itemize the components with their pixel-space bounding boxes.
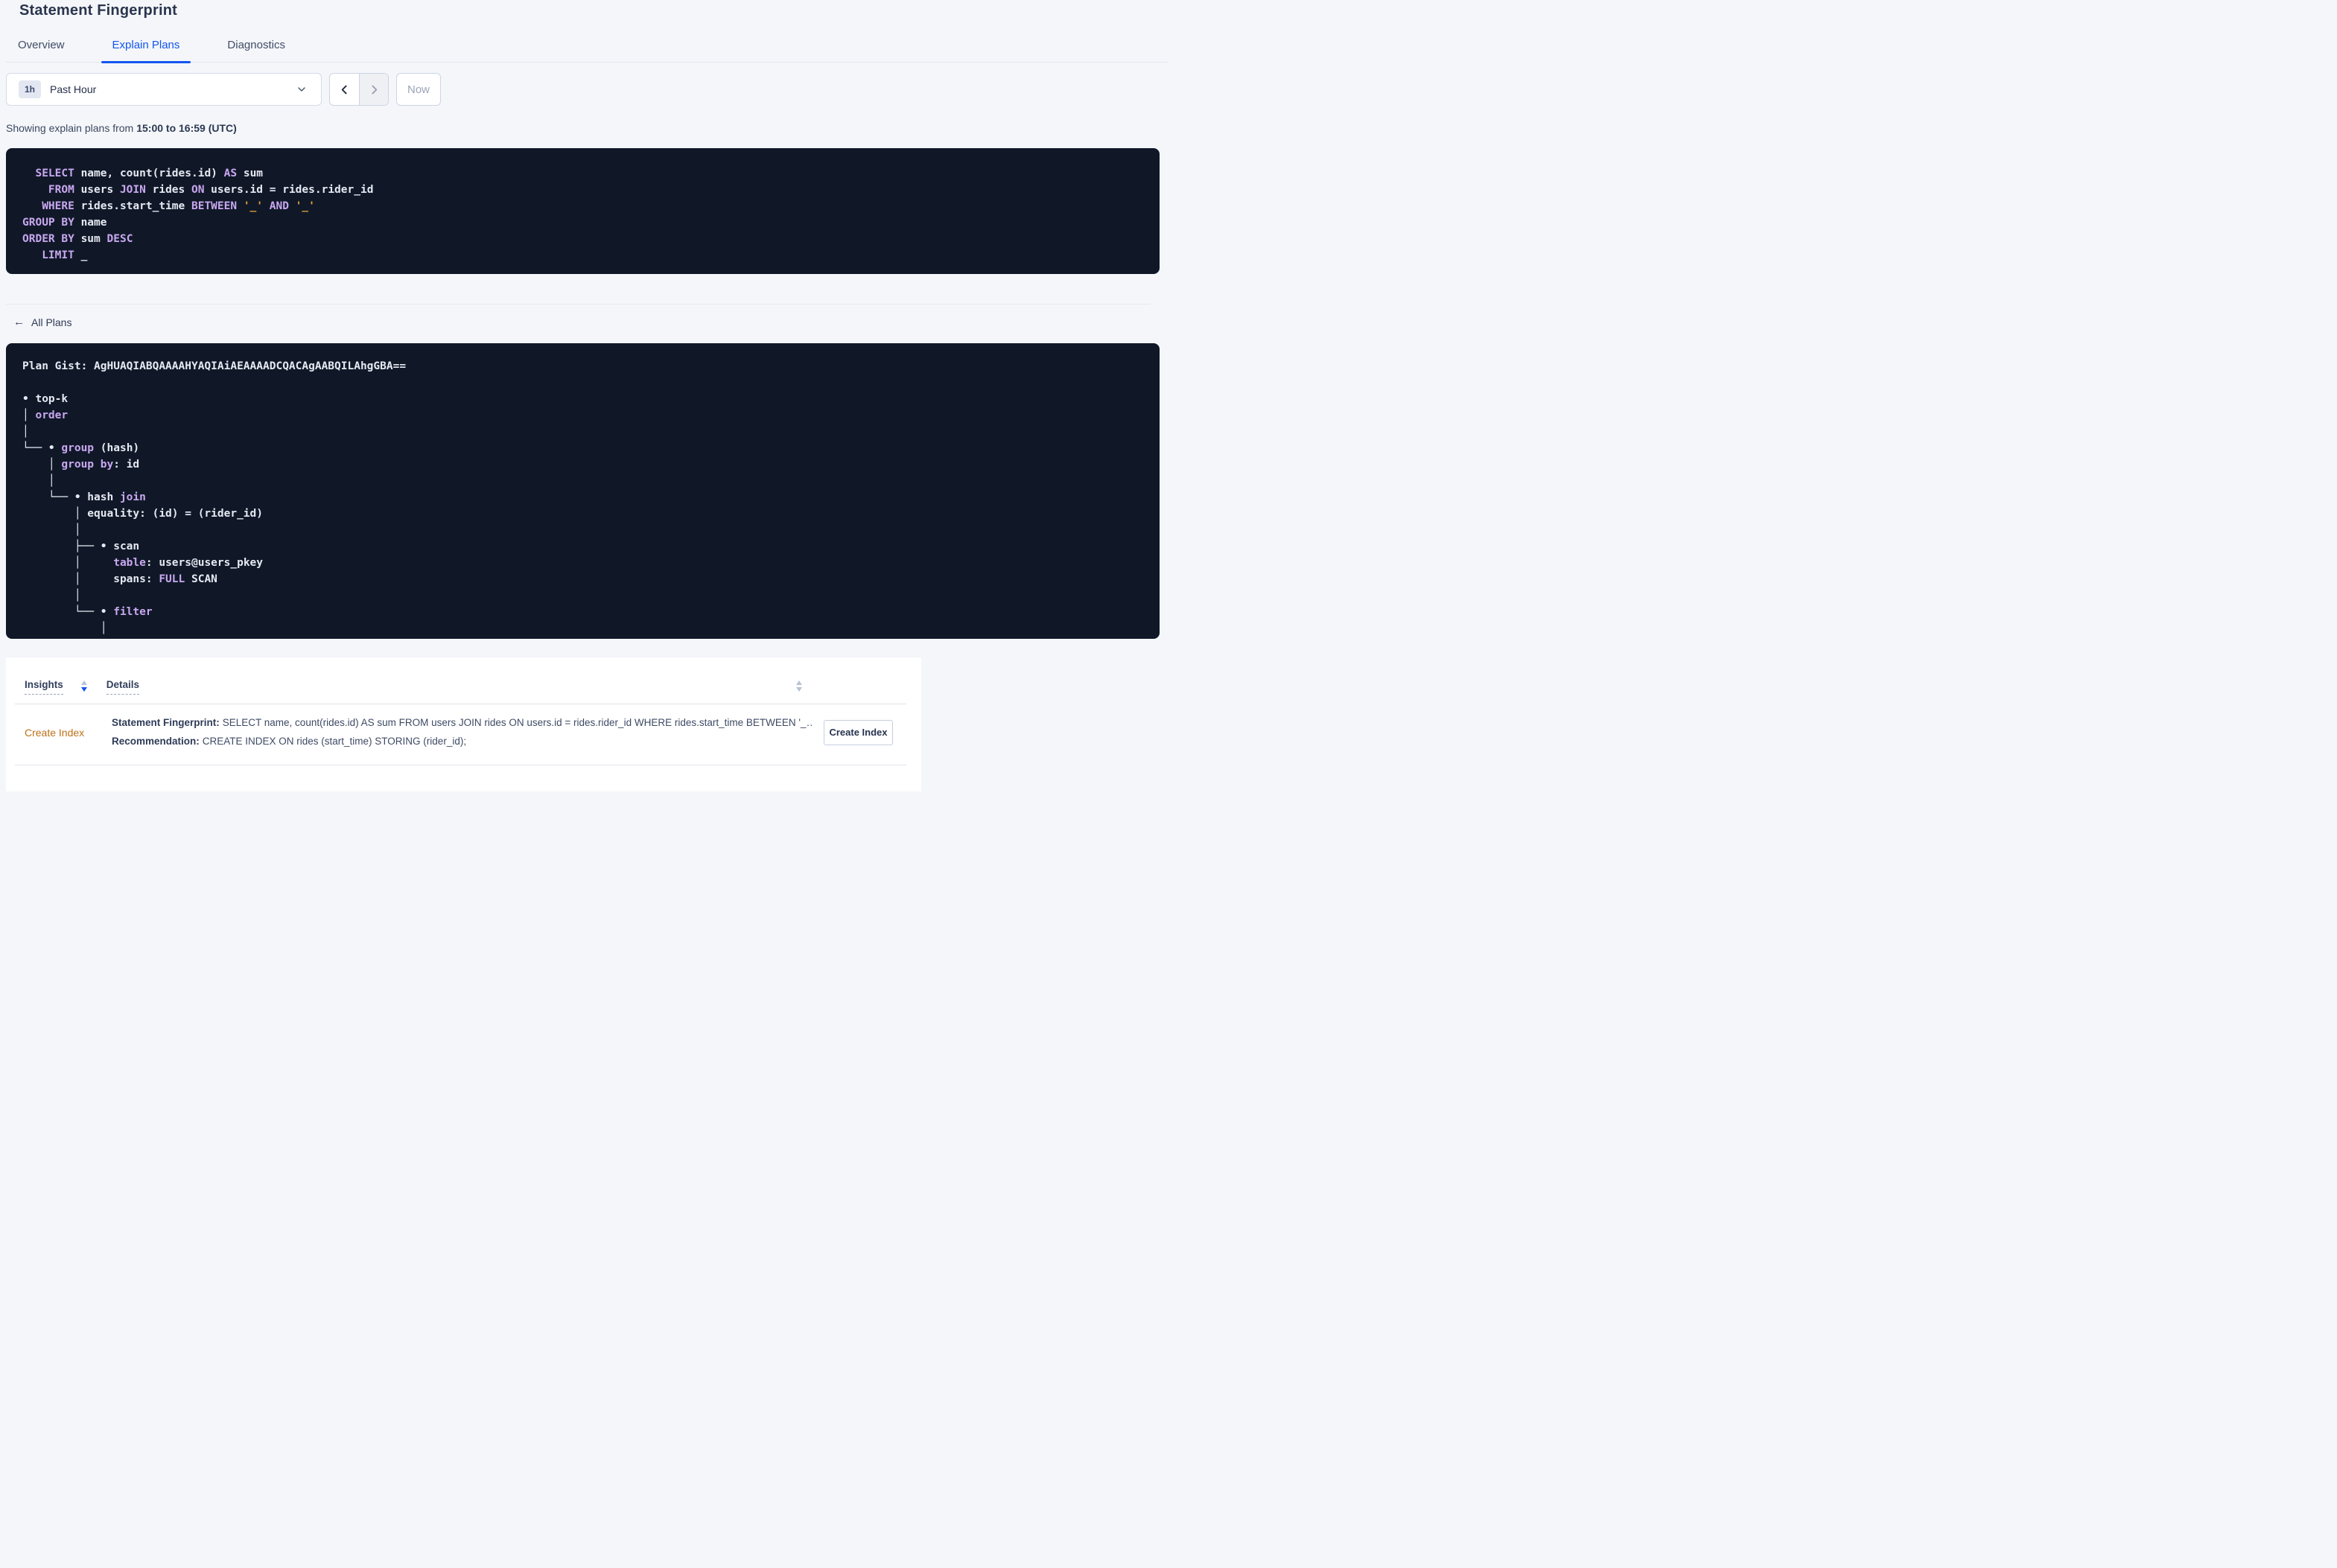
- statement-fingerprint-label: Statement Fingerprint:: [112, 717, 220, 728]
- now-button[interactable]: Now: [396, 73, 441, 106]
- code-line: GROUP BY name: [22, 217, 107, 229]
- time-pager: [329, 73, 389, 106]
- chevron-right-icon: [368, 83, 381, 96]
- insight-details: Statement Fingerprint: SELECT name, count…: [112, 717, 812, 748]
- create-index-button[interactable]: Create Index: [824, 719, 893, 745]
- chevron-down-icon: [296, 83, 308, 95]
- sort-desc-icon: [796, 687, 802, 692]
- arrow-left-icon: ←: [13, 316, 25, 328]
- plan-gist-block: Plan Gist: AgHUAQIABQAAAAHYAQIAiAEAAAADC…: [6, 343, 1160, 639]
- sort-desc-icon: [80, 687, 87, 692]
- sql-statement-block: SELECT name, count(rides.id) AS sum FROM…: [6, 148, 1160, 274]
- tab-overview[interactable]: Overview: [7, 36, 76, 62]
- code-line: │: [22, 475, 55, 487]
- sort-asc-icon: [796, 681, 802, 685]
- code-line: └── • filter: [22, 606, 153, 618]
- insights-sort-icon[interactable]: [80, 681, 87, 692]
- details-column-header[interactable]: Details: [106, 679, 140, 695]
- chevron-left-icon: [338, 83, 351, 96]
- time-controls: 1h Past Hour Now: [6, 73, 1160, 106]
- insight-type-label: Create Index: [25, 726, 85, 739]
- all-plans-label: All Plans: [31, 316, 72, 328]
- time-range-badge: 1h: [19, 80, 42, 98]
- time-range-label: Past Hour: [50, 83, 97, 95]
- code-line: • top-k: [22, 393, 69, 405]
- insights-table: Insights Details Create Index Statement …: [6, 657, 921, 791]
- sort-asc-icon: [80, 681, 87, 685]
- code-line: FROM users JOIN rides ON users.id = ride…: [22, 184, 374, 196]
- code-line: │ group by: id: [22, 459, 140, 471]
- tab-explain-plans[interactable]: Explain Plans: [101, 36, 191, 63]
- all-plans-link[interactable]: ← All Plans: [13, 316, 71, 328]
- code-line: │: [22, 622, 107, 634]
- details-sort-icon[interactable]: [796, 681, 802, 695]
- code-line: Plan Gist: AgHUAQIABQAAAAHYAQIAiAEAAAADC…: [22, 360, 407, 372]
- code-line: └── • group (hash): [22, 442, 140, 454]
- page-title: Statement Fingerprint: [19, 2, 177, 19]
- code-line: │ spans: FULL SCAN: [22, 573, 217, 585]
- statement-fingerprint-line: Statement Fingerprint: SELECT name, count…: [112, 717, 812, 729]
- code-line: │: [22, 590, 81, 602]
- recommendation-value: CREATE INDEX ON rides (start_time) STORI…: [202, 736, 467, 747]
- code-line: │: [22, 524, 81, 536]
- section-divider: [6, 304, 1151, 305]
- recommendation-line: Recommendation: CREATE INDEX ON rides (st…: [112, 736, 812, 748]
- insights-column-header[interactable]: Insights: [25, 679, 63, 695]
- recommendation-label: Recommendation:: [112, 736, 200, 747]
- code-line: │ order: [22, 409, 69, 421]
- details-header-cell: Details: [106, 679, 906, 695]
- code-line: │ equality: (id) = (rider_id): [22, 508, 264, 520]
- code-line: ├── • scan: [22, 541, 140, 552]
- table-row: Create Index Statement Fingerprint: SELEC…: [6, 704, 921, 748]
- statement-fingerprint-value: SELECT name, count(rides.id) AS sum FROM…: [222, 717, 812, 728]
- code-line: SELECT name, count(rides.id) AS sum: [22, 168, 264, 179]
- code-line: │ table: users@users_pkey: [22, 557, 264, 569]
- code-line: ORDER BY sum DESC: [22, 233, 133, 245]
- code-line: └── • hash join: [22, 491, 146, 503]
- tab-bar: Overview Explain Plans Diagnostics: [6, 36, 1168, 63]
- next-time-button[interactable]: [359, 74, 388, 105]
- time-range-select[interactable]: 1h Past Hour: [6, 73, 322, 106]
- code-line: WHERE rides.start_time BETWEEN '_' AND '…: [22, 200, 315, 212]
- code-line: │: [22, 426, 29, 438]
- insights-table-header: Insights Details: [6, 657, 921, 695]
- code-line: LIMIT _: [22, 249, 88, 261]
- caption-text: Showing explain plans from: [6, 122, 134, 134]
- tab-diagnostics[interactable]: Diagnostics: [216, 36, 296, 62]
- caption-time-range: 15:00 to 16:59 (UTC): [136, 122, 237, 134]
- explain-plans-caption: Showing explain plans from 15:00 to 16:59…: [6, 122, 1163, 134]
- prev-time-button[interactable]: [330, 74, 359, 105]
